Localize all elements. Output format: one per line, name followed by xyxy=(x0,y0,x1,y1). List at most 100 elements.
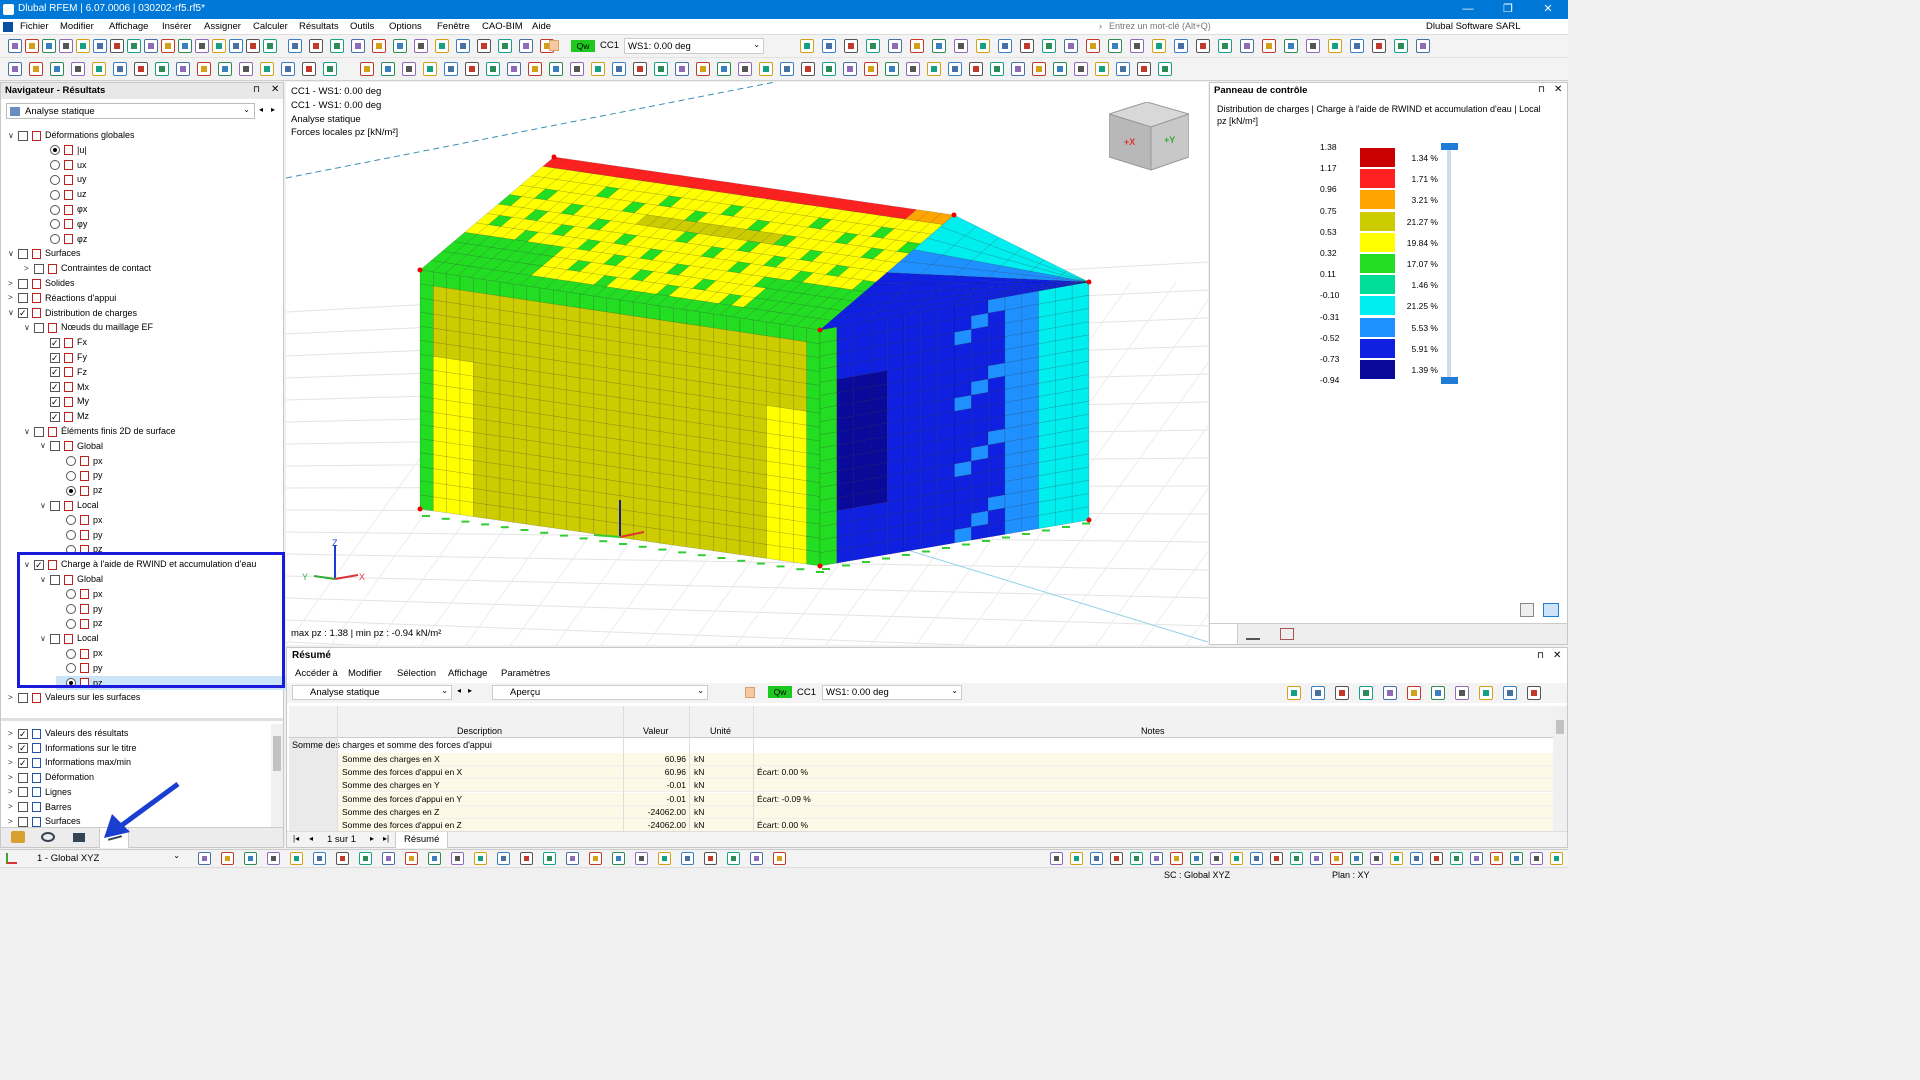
toolbar-tool-icon[interactable] xyxy=(260,62,274,76)
toolbar-tool-icon[interactable] xyxy=(381,62,395,76)
tree-item[interactable]: |u| xyxy=(40,143,87,157)
toolbar-tool-icon[interactable] xyxy=(844,39,858,53)
tree-checkbox[interactable] xyxy=(50,410,60,424)
toolbar-tool-icon[interactable] xyxy=(1270,852,1283,865)
tab-balance-icon[interactable] xyxy=(1246,628,1260,640)
toolbar-tool-icon[interactable] xyxy=(658,852,671,865)
tree-checkbox[interactable] xyxy=(18,727,28,741)
toolbar-tool-icon[interactable] xyxy=(1290,852,1303,865)
expand-arrow-icon[interactable]: > xyxy=(8,741,18,755)
expand-arrow-icon[interactable]: > xyxy=(8,727,18,741)
expand-arrow-icon[interactable]: > xyxy=(8,756,18,770)
settings-icon[interactable] xyxy=(1520,603,1534,617)
toolbar-tool-icon[interactable] xyxy=(1262,39,1276,53)
toolbar-tool-icon[interactable] xyxy=(465,62,479,76)
prev-arrow-button[interactable]: ◂ xyxy=(259,105,263,114)
toolbar-tool-icon[interactable] xyxy=(212,39,226,53)
toolbar-tool-icon[interactable] xyxy=(1479,686,1493,700)
toolbar-tool-icon[interactable] xyxy=(1190,852,1203,865)
toolbar-tool-icon[interactable] xyxy=(717,62,731,76)
toolbar-tool-icon[interactable] xyxy=(1152,39,1166,53)
toolbar-tool-icon[interactable] xyxy=(1350,852,1363,865)
toolbar-tool-icon[interactable] xyxy=(477,39,491,53)
toolbar-tool-icon[interactable] xyxy=(1455,686,1469,700)
toolbar-tool-icon[interactable] xyxy=(336,852,349,865)
list-view-icon[interactable] xyxy=(1543,603,1559,617)
toolbar-tool-icon[interactable] xyxy=(309,39,323,53)
pin-icon[interactable]: ⊓ xyxy=(1538,84,1545,95)
last-page-button[interactable]: ▸| xyxy=(383,834,389,843)
collapse-arrow-icon[interactable]: ∨ xyxy=(8,247,18,261)
toolbar-tool-icon[interactable] xyxy=(281,62,295,76)
toolbar-tool-icon[interactable] xyxy=(1431,686,1445,700)
toolbar-tool-icon[interactable] xyxy=(178,39,192,53)
toolbar-tool-icon[interactable] xyxy=(566,852,579,865)
toolbar-tool-icon[interactable] xyxy=(1108,39,1122,53)
tree-item[interactable]: φy xyxy=(40,217,87,231)
tree-item[interactable]: ux xyxy=(40,158,87,172)
column-header-notes[interactable]: Notes xyxy=(1141,726,1165,736)
toolbar-tool-icon[interactable] xyxy=(969,62,983,76)
toolbar-tool-icon[interactable] xyxy=(1137,62,1151,76)
table-scrollbar[interactable] xyxy=(1553,706,1567,831)
summary-menu-display[interactable]: Affichage xyxy=(448,668,487,679)
toolbar-tool-icon[interactable] xyxy=(1350,39,1364,53)
legend-slider-track[interactable] xyxy=(1447,145,1451,383)
toolbar-tool-icon[interactable] xyxy=(127,39,141,53)
tab-camera-icon[interactable] xyxy=(73,833,85,842)
toolbar-tool-icon[interactable] xyxy=(113,62,127,76)
display-tree-item[interactable]: > Lignes xyxy=(8,785,72,799)
toolbar-tool-icon[interactable] xyxy=(93,39,107,53)
toolbar-tool-icon[interactable] xyxy=(29,62,43,76)
toolbar-tool-icon[interactable] xyxy=(822,39,836,53)
summary-menu-params[interactable]: Paramètres xyxy=(501,668,550,679)
toolbar-tool-icon[interactable] xyxy=(681,852,694,865)
summary-view-select[interactable]: Aperçu ⌄ xyxy=(492,685,708,700)
tree-item[interactable]: py xyxy=(56,528,103,542)
collapse-arrow-icon[interactable]: ∨ xyxy=(8,306,18,320)
menu-aide[interactable]: Aide xyxy=(532,21,551,32)
toolbar-tool-icon[interactable] xyxy=(402,62,416,76)
toolbar-tool-icon[interactable] xyxy=(76,39,90,53)
toolbar-tool-icon[interactable] xyxy=(520,852,533,865)
toolbar-tool-icon[interactable] xyxy=(1284,39,1298,53)
toolbar-tool-icon[interactable] xyxy=(8,62,22,76)
tree-item[interactable]: ∨ Global xyxy=(40,439,103,453)
toolbar-tool-icon[interactable] xyxy=(1430,852,1443,865)
tree-radio[interactable] xyxy=(50,219,60,230)
tree-item[interactable]: φz xyxy=(40,232,87,246)
tree-checkbox[interactable] xyxy=(18,816,28,827)
column-header-value[interactable]: Valeur xyxy=(643,726,668,736)
toolbar-tool-icon[interactable] xyxy=(444,62,458,76)
toolbar-tool-icon[interactable] xyxy=(267,852,280,865)
collapse-arrow-icon[interactable]: ∨ xyxy=(8,129,18,143)
toolbar-tool-icon[interactable] xyxy=(1011,62,1025,76)
restore-button[interactable]: ❐ xyxy=(1488,1,1528,18)
toolbar-tool-icon[interactable] xyxy=(654,62,668,76)
toolbar-tool-icon[interactable] xyxy=(1130,39,1144,53)
toolbar-tool-icon[interactable] xyxy=(1490,852,1503,865)
toolbar-tool-icon[interactable] xyxy=(801,62,815,76)
close-icon[interactable]: ✕ xyxy=(1554,84,1562,95)
toolbar-tool-icon[interactable] xyxy=(910,39,924,53)
toolbar-tool-icon[interactable] xyxy=(1240,39,1254,53)
toolbar-tool-icon[interactable] xyxy=(1174,39,1188,53)
pin-icon[interactable]: ⊓ xyxy=(253,84,260,95)
table-row[interactable]: Somme des charges en X 60.96 kN xyxy=(337,753,1553,766)
tree-checkbox[interactable] xyxy=(50,441,60,452)
tree-item[interactable]: py xyxy=(56,468,103,482)
toolbar-tool-icon[interactable] xyxy=(92,62,106,76)
tree-scrollbar[interactable] xyxy=(271,724,283,828)
toolbar-tool-icon[interactable] xyxy=(1250,852,1263,865)
toolbar-tool-icon[interactable] xyxy=(1230,852,1243,865)
table-row[interactable]: Somme des forces d'appui en X 60.96 kN Écar… xyxy=(337,766,1553,780)
toolbar-tool-icon[interactable] xyxy=(1070,852,1083,865)
menu-fenetre[interactable]: Fenêtre xyxy=(437,21,470,32)
toolbar-tool-icon[interactable] xyxy=(486,62,500,76)
toolbar-tool-icon[interactable] xyxy=(1196,39,1210,53)
toolbar-tool-icon[interactable] xyxy=(1330,852,1343,865)
toolbar-tool-icon[interactable] xyxy=(1311,686,1325,700)
toolbar-tool-icon[interactable] xyxy=(1450,852,1463,865)
toolbar-tool-icon[interactable] xyxy=(822,62,836,76)
toolbar-tool-icon[interactable] xyxy=(302,62,316,76)
